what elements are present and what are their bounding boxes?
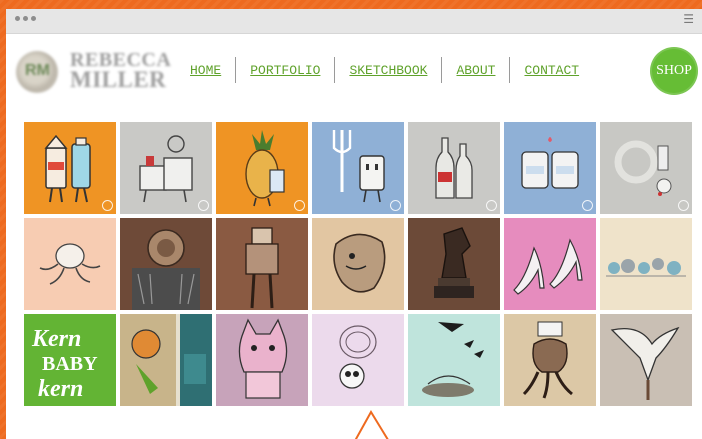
creature-illustration (132, 229, 200, 310)
window-dot-icon[interactable] (31, 16, 36, 21)
gallery-tile[interactable] (24, 122, 116, 214)
window-dot-icon[interactable] (23, 16, 28, 21)
high-heels-illustration (513, 238, 583, 295)
gallery-tile[interactable] (312, 122, 404, 214)
tile-badge-icon (486, 200, 497, 211)
kern-text-3: kern (38, 376, 83, 402)
main-nav: HOME PORTFOLIO SKETCHBOOK ABOUT CONTACT (176, 56, 593, 84)
tile-badge-icon (198, 200, 209, 211)
gallery-tile[interactable] (408, 122, 500, 214)
fork-outlet-illustration (332, 130, 385, 203)
cat-monster-illustration (238, 318, 288, 399)
gallery-tile[interactable]: Kern BABY kern (24, 314, 116, 406)
logo-text: REBECCA MILLER (70, 50, 171, 92)
window-controls[interactable] (15, 16, 36, 21)
tall-figure-illustration (245, 227, 279, 309)
gallery-tile[interactable] (408, 218, 500, 310)
gallery-tile[interactable] (504, 218, 596, 310)
kern-text-2: BABY (42, 353, 98, 375)
gallery-tile[interactable] (408, 314, 500, 406)
critters-lineup-illustration (606, 258, 686, 277)
site-logo[interactable]: RM REBECCA MILLER (14, 45, 171, 101)
tile-badge-icon (678, 200, 689, 211)
hawk-illustration (610, 326, 680, 400)
gallery-tile[interactable] (504, 122, 596, 214)
gallery-tile[interactable] (120, 122, 212, 214)
window-dot-icon[interactable] (15, 16, 20, 21)
logo-line-2: MILLER (70, 67, 167, 92)
gallery-tile[interactable] (504, 314, 596, 406)
tile-badge-icon (102, 200, 113, 211)
tile-badge-icon (390, 200, 401, 211)
logo-mark-text: RM (25, 62, 50, 79)
kern-text-1: Kern (31, 326, 81, 352)
gallery-tile[interactable] (312, 218, 404, 310)
bear-illustration (333, 233, 386, 293)
gallery-tile[interactable] (24, 218, 116, 310)
logo-mark-icon: RM (16, 51, 58, 93)
letter-q-illustration (614, 140, 672, 196)
tile-badge-icon (582, 200, 593, 211)
window-titlebar: ☰ (6, 9, 702, 34)
gallery-tile[interactable] (216, 218, 308, 310)
kern-baby-kern-artwork: Kern BABY kern (31, 326, 98, 402)
tiger-collage-illustration (120, 314, 212, 406)
nav-about-link[interactable]: ABOUT (442, 63, 509, 78)
gallery-tile[interactable] (216, 122, 308, 214)
hamburger-icon[interactable]: ☰ (683, 12, 694, 26)
gallery-tile[interactable] (120, 218, 212, 310)
octopus-jar-illustration (522, 321, 573, 399)
gallery-tile[interactable] (120, 314, 212, 406)
gallery-tile[interactable] (600, 218, 692, 310)
gallery-tile[interactable] (216, 314, 308, 406)
birds-flight-illustration (422, 322, 484, 397)
nav-portfolio-link[interactable]: PORTFOLIO (236, 63, 334, 78)
carousel-pointer-icon (354, 410, 389, 439)
toaster-robot-illustration (139, 135, 193, 203)
shop-button[interactable]: SHOP (650, 47, 698, 95)
browser-window: ☰ RM REBECCA MILLER HOME PORTFOLIO SKETC… (6, 9, 702, 439)
octopus-illustration (39, 243, 101, 285)
gallery-tile[interactable] (312, 314, 404, 406)
bottles-illustration (435, 137, 473, 199)
gallery-tile[interactable] (600, 122, 692, 214)
portfolio-gallery: Kern BABY kern (24, 122, 696, 406)
nav-sketchbook-link[interactable]: SKETCHBOOK (335, 63, 441, 78)
horse-chess-illustration (434, 227, 474, 298)
tile-badge-icon (294, 200, 305, 211)
nav-home-link[interactable]: HOME (176, 63, 235, 78)
milk-jugs-illustration (521, 137, 579, 189)
skull-illustration (339, 325, 377, 389)
gallery-tile[interactable] (600, 314, 692, 406)
nav-contact-link[interactable]: CONTACT (510, 63, 593, 78)
cartoon-cartons-illustration (44, 134, 91, 203)
pineapple-can-illustration (245, 130, 285, 207)
